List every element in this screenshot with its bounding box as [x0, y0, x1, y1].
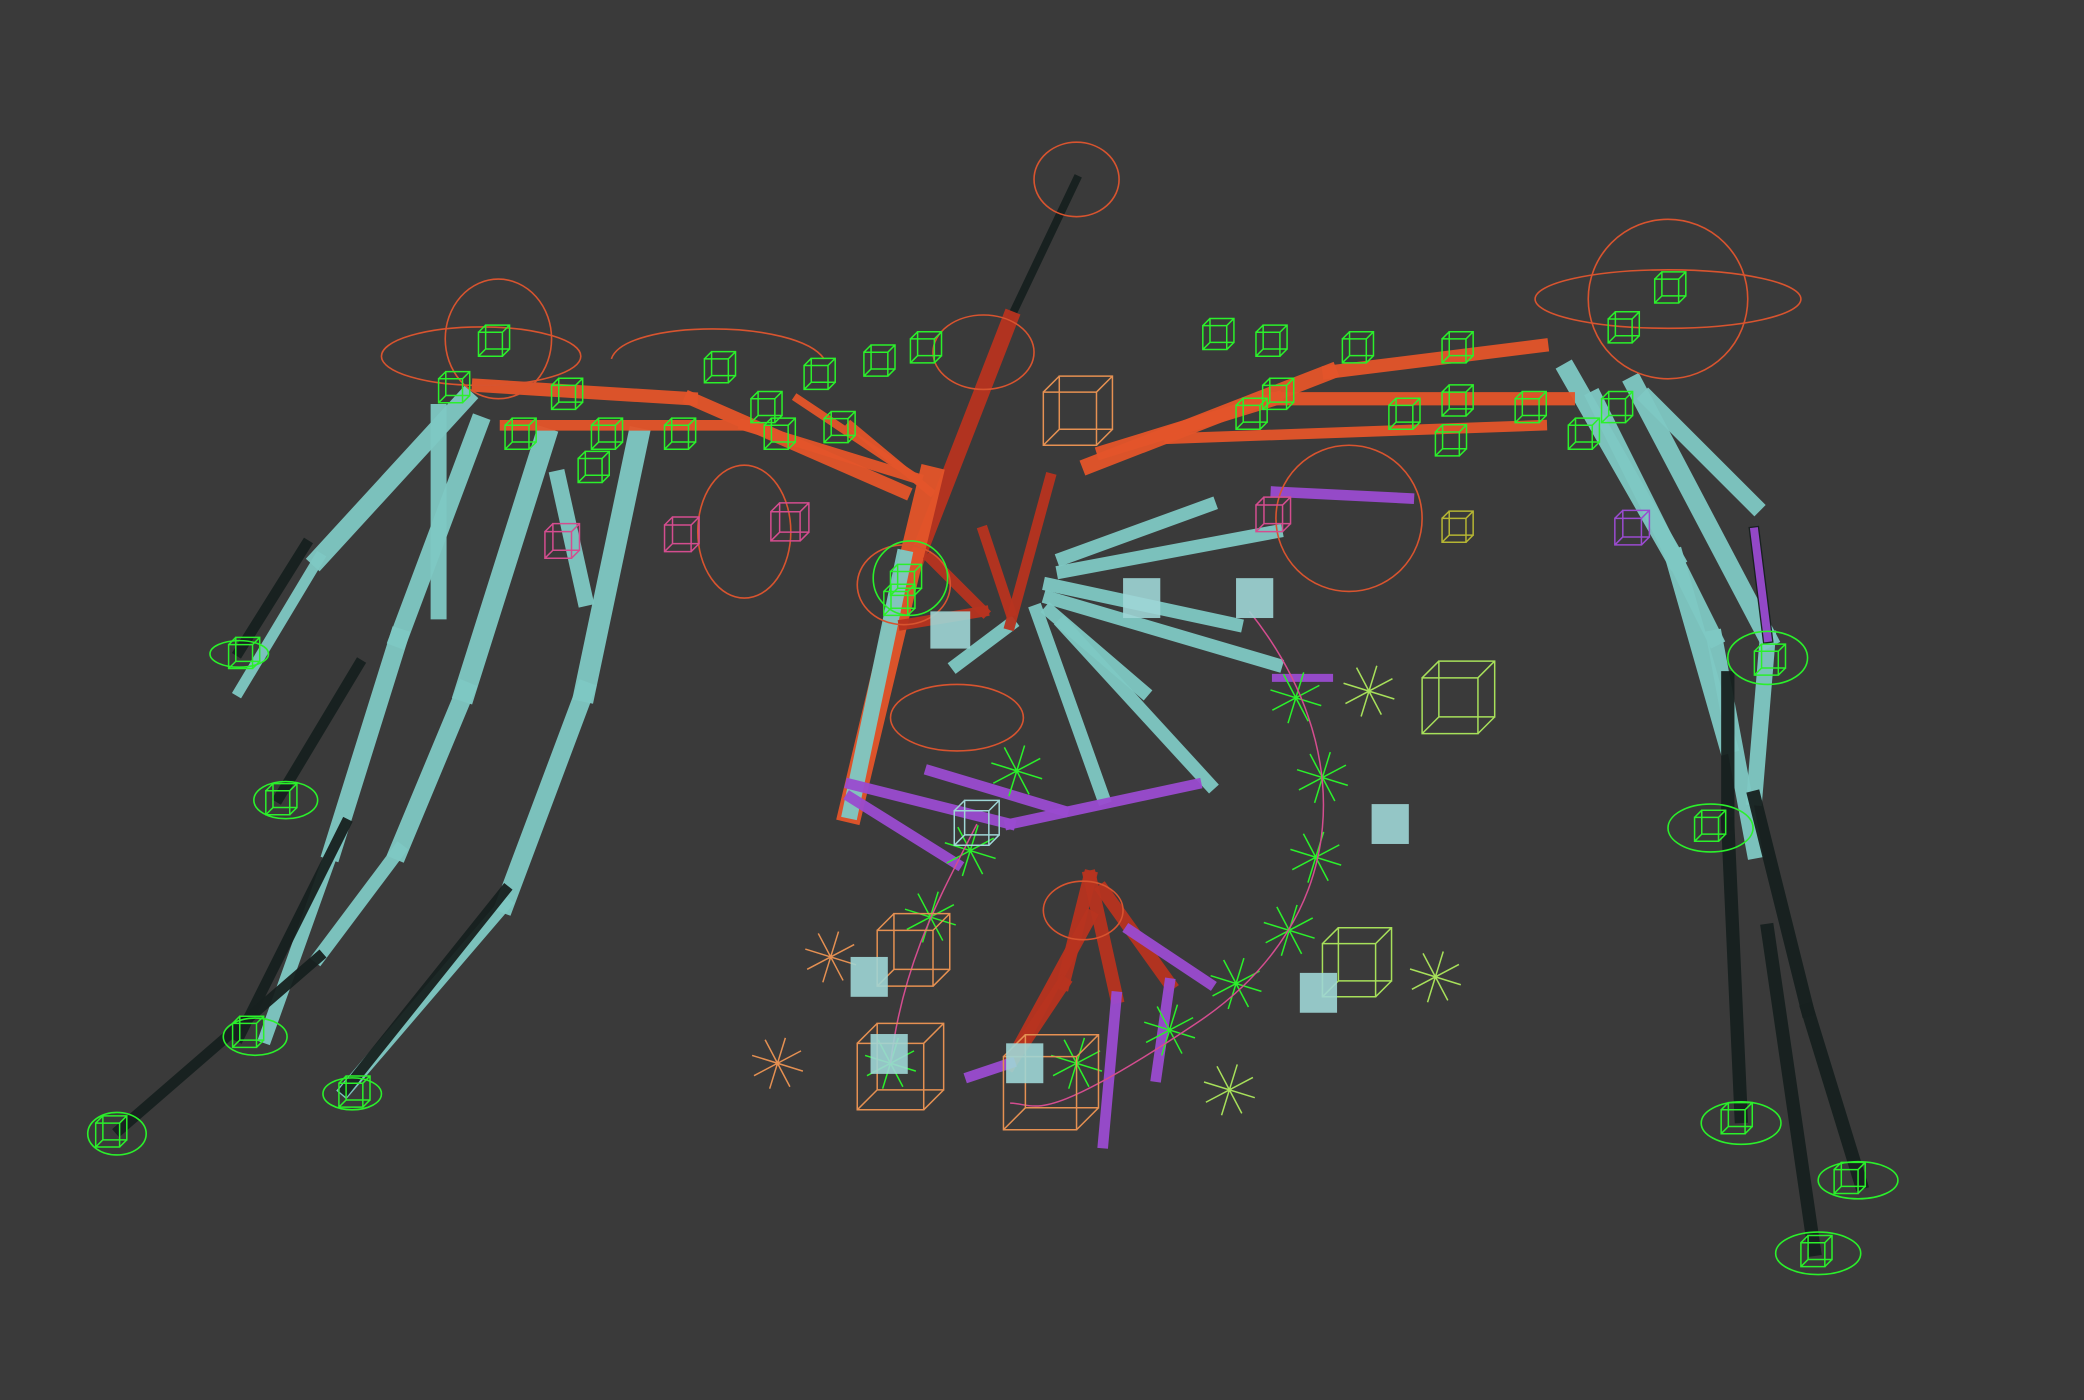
point-helper[interactable] — [1343, 665, 1395, 717]
mesh-block[interactable] — [870, 1034, 908, 1074]
point-helper[interactable] — [751, 1037, 804, 1089]
wing-bone[interactable] — [1164, 419, 1548, 445]
point-helper[interactable] — [1203, 1064, 1256, 1116]
3d-viewport[interactable] — [0, 0, 2084, 1400]
left-leg-bones — [112, 385, 651, 1138]
wire-helpers — [544, 375, 1651, 1131]
green-control-cube[interactable] — [803, 357, 836, 391]
point-helper[interactable] — [1210, 957, 1262, 1010]
mesh-block[interactable] — [1371, 804, 1409, 844]
green-control-cube[interactable] — [477, 324, 511, 357]
right-leg-tip-bone[interactable] — [1760, 922, 1822, 1257]
green-control-cube[interactable] — [1693, 809, 1727, 843]
green-control-cube[interactable] — [577, 450, 611, 484]
yellow-helper-cube[interactable] — [1441, 510, 1474, 544]
left-leg-tip-bone[interactable] — [232, 816, 353, 1044]
tail-tip-bone[interactable] — [1097, 991, 1123, 1149]
green-control-cube[interactable] — [1202, 317, 1235, 351]
rig-scene[interactable] — [0, 0, 2084, 1400]
point-helper[interactable] — [1263, 904, 1315, 956]
green-control-cube[interactable] — [1255, 324, 1288, 357]
left-leg-bone[interactable] — [451, 425, 559, 705]
mesh-block[interactable] — [850, 956, 888, 997]
orange-controls — [380, 141, 1802, 941]
point-helper[interactable] — [904, 891, 956, 943]
mesh-blocks — [850, 578, 1409, 1084]
mesh-block[interactable] — [1236, 578, 1274, 619]
wing-bone[interactable] — [1321, 338, 1550, 380]
green-control-cube[interactable] — [703, 350, 737, 384]
left-leg-tip-bone[interactable] — [112, 949, 327, 1138]
foot-control[interactable] — [1667, 803, 1754, 853]
green-control-cube[interactable] — [1341, 330, 1375, 364]
mesh-block[interactable] — [1123, 578, 1161, 619]
point-helper[interactable] — [944, 824, 996, 877]
left-leg-tip-bone[interactable] — [338, 883, 513, 1098]
peach-helper-cube[interactable] — [1042, 375, 1114, 446]
wing-bone[interactable] — [1094, 390, 1285, 461]
right-leg-tip-bone[interactable] — [1720, 817, 1749, 1124]
peach-helper-cube[interactable] — [876, 912, 951, 987]
point-helpers — [751, 610, 1462, 1116]
hip-control[interactable] — [889, 683, 1025, 752]
right-shoulder-control[interactable] — [1587, 218, 1749, 380]
point-helper[interactable] — [805, 931, 857, 983]
point-helper[interactable] — [1409, 951, 1462, 1003]
purple-helper-cube[interactable] — [1614, 509, 1651, 546]
neck-bone[interactable] — [1004, 174, 1082, 325]
lime-helper-cube[interactable] — [1421, 660, 1496, 735]
mesh-block[interactable] — [1299, 972, 1338, 1013]
mesh-block[interactable] — [1006, 1043, 1044, 1084]
wing-control[interactable] — [696, 464, 792, 599]
left-leg-bone[interactable] — [386, 678, 478, 863]
green-control-cube[interactable] — [909, 330, 943, 364]
rib-bone[interactable] — [976, 524, 1017, 619]
wing-curve-control[interactable] — [610, 328, 825, 360]
green-control-cube[interactable] — [863, 344, 896, 377]
left-leg-bone[interactable] — [493, 679, 597, 916]
mesh-block[interactable] — [930, 611, 971, 649]
left-leg-bone[interactable] — [320, 626, 411, 863]
helper-bone[interactable] — [1270, 486, 1415, 504]
point-helper[interactable] — [1290, 831, 1342, 883]
left-leg-bone[interactable] — [572, 426, 651, 704]
green-control-cube[interactable] — [1653, 271, 1687, 304]
pink-helper-cube[interactable] — [663, 516, 700, 553]
wing-control[interactable] — [1275, 444, 1423, 593]
right-leg-tip-bone[interactable] — [1799, 1001, 1870, 1192]
